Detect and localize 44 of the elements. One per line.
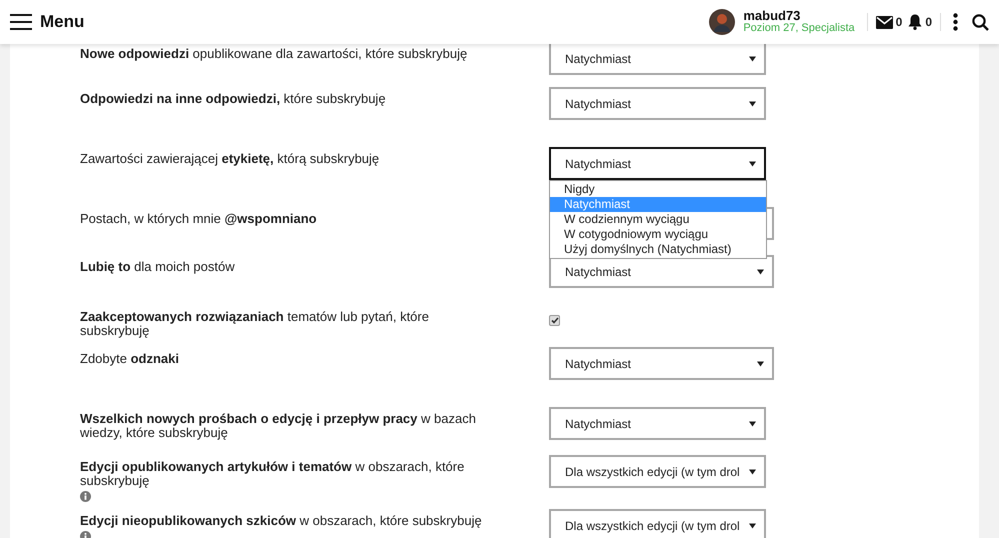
caret-icon xyxy=(757,361,764,366)
username[interactable]: mabud73 xyxy=(743,9,855,22)
menu-button[interactable]: Menu xyxy=(10,9,84,35)
notifications-button[interactable]: 0 xyxy=(908,13,932,31)
setting-label: Nowe odpowiedzi opublikowane dla zawartości, które subskrybuję xyxy=(80,47,468,61)
frequency-dropdown[interactable]: Dla wszystkich edycji (w tym drol xyxy=(549,509,766,538)
mail-icon xyxy=(876,16,893,28)
dropdown-option[interactable]: Użyj domyślnych (Natychmiast) xyxy=(550,242,766,257)
frequency-dropdown[interactable]: Natychmiast xyxy=(549,407,766,440)
user-rank: Poziom 27, Specjalista xyxy=(743,22,855,35)
checkbox[interactable] xyxy=(549,315,560,326)
setting-label: Zaakceptowanych rozwiązaniach tematów lub pytań, które subskrybuję xyxy=(80,310,430,338)
dropdown-option[interactable]: W cotygodniowym wyciągu xyxy=(550,227,766,242)
menu-icon xyxy=(10,14,32,30)
messages-button[interactable]: 0 xyxy=(876,13,902,31)
caret-icon xyxy=(757,269,764,274)
setting-label: Wszelkich nowych prośbach o edycję i przepływ pracy w bazach wiedzy, które subskrybuję xyxy=(80,412,477,440)
caret-icon xyxy=(749,161,756,166)
setting-label: Zawartości zawierającej etykietę, którą subskrybuję xyxy=(80,152,380,166)
info-icon[interactable] xyxy=(80,491,91,502)
frequency-dropdown[interactable]: Natychmiast xyxy=(549,347,774,380)
caret-icon xyxy=(749,523,756,528)
frequency-dropdown[interactable]: Natychmiast xyxy=(549,42,766,75)
setting-label: Zdobyte odznaki xyxy=(80,352,179,366)
caret-icon xyxy=(749,421,756,426)
kebab-icon xyxy=(953,13,958,31)
frequency-dropdown[interactable]: Dla wszystkich edycji (w tym drol xyxy=(549,455,766,488)
more-options-button[interactable] xyxy=(953,13,958,31)
search-icon xyxy=(972,14,989,30)
dropdown-option[interactable]: Nigdy xyxy=(550,182,766,197)
caret-icon xyxy=(749,101,756,106)
search-button[interactable] xyxy=(972,14,989,30)
frequency-dropdown[interactable]: Natychmiast xyxy=(549,147,766,180)
bell-icon xyxy=(908,14,922,30)
setting-label: Odpowiedzi na inne odpowiedzi, które subskrybuję xyxy=(80,92,386,106)
setting-label: Lubię to dla moich postów xyxy=(80,260,235,274)
caret-icon xyxy=(749,56,756,61)
setting-label: Edycji opublikowanych artykułów i tematów w obszarach, które subskrybuję xyxy=(80,460,466,488)
frequency-dropdown[interactable]: Natychmiast xyxy=(549,87,766,120)
setting-label: Postach, w których mnie @wspomniano xyxy=(80,212,317,226)
dropdown-option[interactable]: W codziennym wyciągu xyxy=(550,212,766,227)
caret-icon xyxy=(749,469,756,474)
avatar[interactable] xyxy=(709,9,736,35)
setting-label: Edycji nieopublikowanych szkiców w obszarach, które subskrybuję xyxy=(80,514,482,528)
